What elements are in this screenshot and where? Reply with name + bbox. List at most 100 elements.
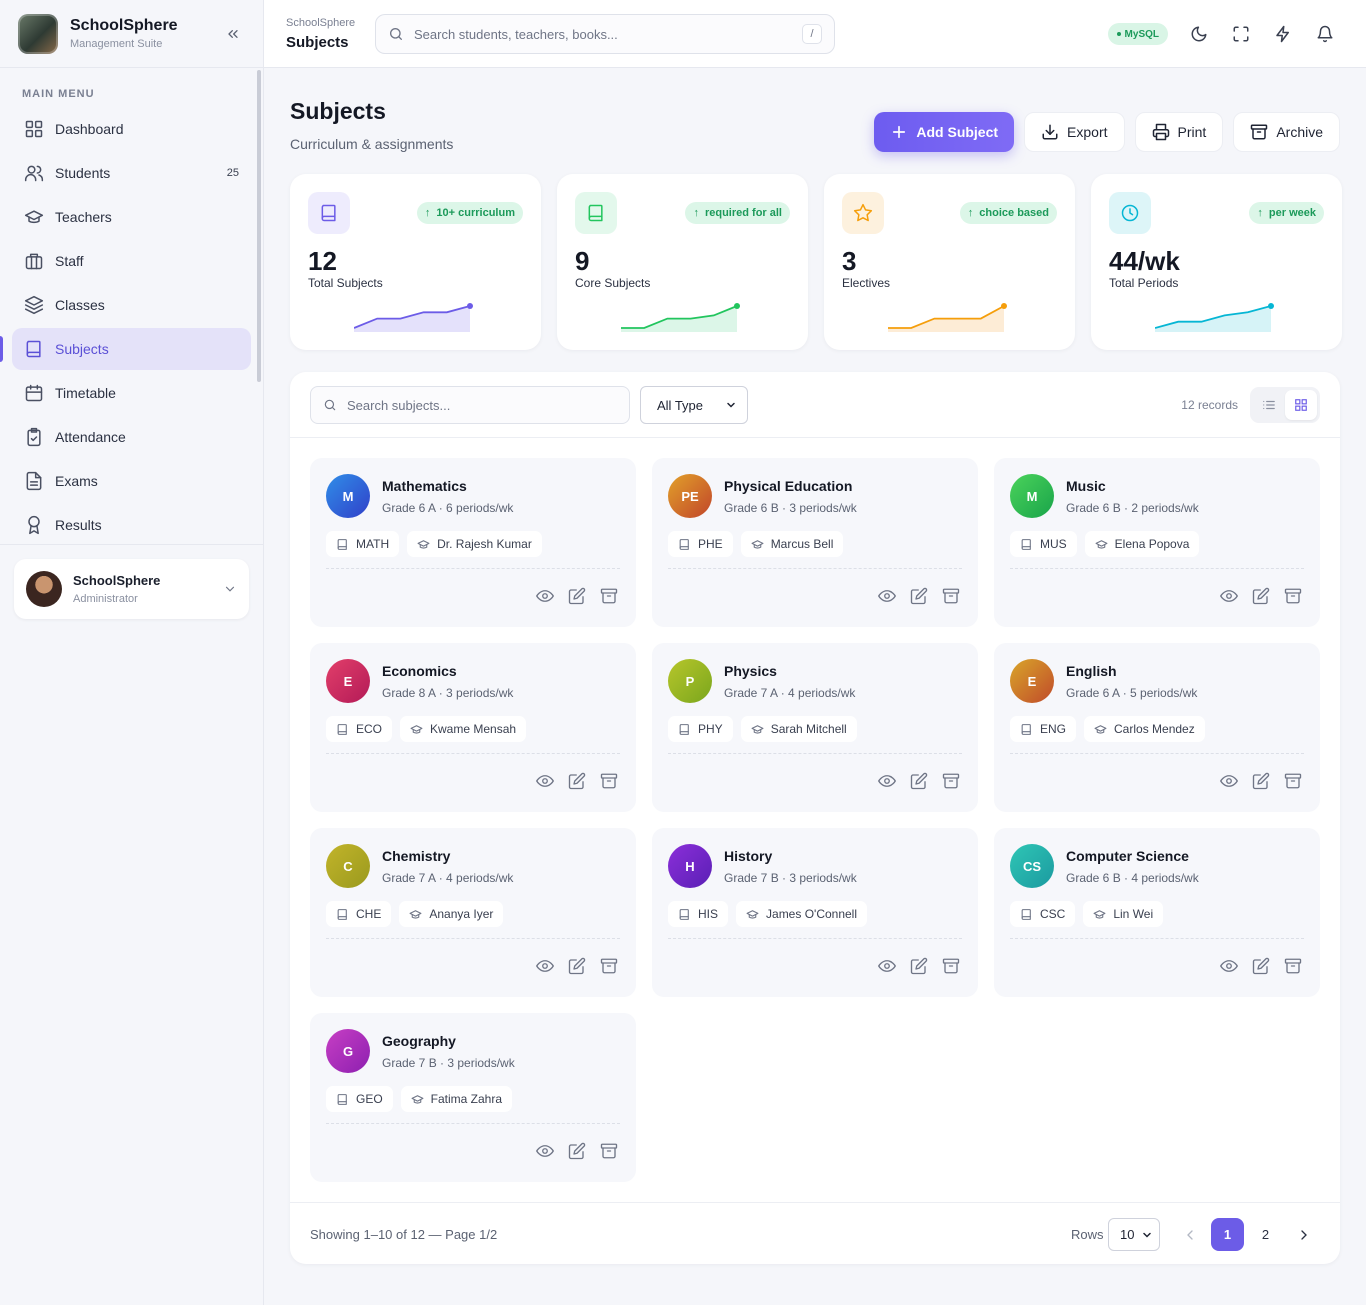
subject-card[interactable]: E Economics Grade 8 A · 3 periods/wk ECO Kwa… — [310, 643, 636, 812]
edit-icon[interactable] — [568, 772, 586, 790]
stat-trend-badge: ↑ 10+ curriculum — [416, 202, 523, 224]
view-eye-icon[interactable] — [1220, 957, 1238, 975]
subject-card[interactable]: H History Grade 7 B · 3 periods/wk HIS James… — [652, 828, 978, 997]
subject-card[interactable]: E English Grade 6 A · 5 periods/wk ENG Carlo… — [994, 643, 1320, 812]
edit-icon[interactable] — [910, 587, 928, 605]
user-menu[interactable]: SchoolSphere Administrator — [14, 559, 249, 619]
view-eye-icon[interactable] — [536, 587, 554, 605]
subject-code: CSC — [1040, 907, 1066, 921]
arrow-up-icon: ↑ — [424, 207, 431, 219]
subject-card[interactable]: M Music Grade 6 B · 2 periods/wk MUS Elena P… — [994, 458, 1320, 627]
fullscreen-button[interactable] — [1230, 23, 1252, 45]
subject-card[interactable]: PE Physical Education Grade 6 B · 3 period… — [652, 458, 978, 627]
print-button[interactable]: Print — [1134, 112, 1224, 152]
subject-meta: Grade 6 B · 2 periods/wk — [1066, 501, 1199, 515]
subject-teacher: Dr. Rajesh Kumar — [437, 537, 532, 551]
quick-actions-button[interactable] — [1272, 23, 1294, 45]
edit-icon[interactable] — [568, 1142, 586, 1160]
subject-card[interactable]: M Mathematics Grade 6 A · 6 periods/wk MATH… — [310, 458, 636, 627]
archive-icon[interactable] — [942, 772, 960, 790]
stat-trend-label: required for all — [704, 207, 782, 219]
add-subject-button[interactable]: Add Subject — [874, 112, 1015, 152]
sidebar-item-students[interactable]: Students 25 — [12, 152, 251, 194]
subject-search-input[interactable] — [347, 397, 617, 413]
sparkline-point — [734, 303, 740, 309]
clock-icon — [1121, 204, 1139, 222]
sidebar-item-icon — [24, 427, 44, 447]
sidebar-item-timetable[interactable]: Timetable — [12, 372, 251, 414]
prev-page-button[interactable] — [1173, 1218, 1206, 1251]
search-icon — [324, 399, 336, 411]
edit-icon[interactable] — [568, 957, 586, 975]
subject-avatar: E — [1010, 659, 1054, 703]
subject-code-chip: ENG — [1010, 716, 1077, 742]
archive-icon[interactable] — [942, 957, 960, 975]
edit-icon[interactable] — [568, 587, 586, 605]
subject-teacher-chip: Dr. Rajesh Kumar — [407, 531, 542, 557]
subject-card[interactable]: CS Computer Science Grade 6 B · 4 periods/… — [994, 828, 1320, 997]
edit-icon[interactable] — [910, 772, 928, 790]
grid-view-button[interactable] — [1285, 390, 1317, 420]
stat-value: 3 — [842, 246, 857, 276]
sidebar-item-icon — [24, 119, 44, 139]
sidebar-item-attendance[interactable]: Attendance — [12, 416, 251, 458]
subject-card[interactable]: C Chemistry Grade 7 A · 4 periods/wk CHE Ana… — [310, 828, 636, 997]
next-page-button[interactable] — [1287, 1218, 1320, 1251]
view-eye-icon[interactable] — [536, 957, 554, 975]
sidebar-scrollbar[interactable] — [257, 70, 261, 382]
sidebar-item-classes[interactable]: Classes — [12, 284, 251, 326]
theme-toggle-button[interactable] — [1188, 23, 1210, 45]
export-button[interactable]: Export — [1024, 112, 1125, 152]
subject-teacher: Elena Popova — [1114, 537, 1190, 551]
global-search[interactable]: / — [375, 14, 835, 54]
type-filter-select[interactable]: All Type — [640, 386, 748, 424]
edit-icon[interactable] — [1252, 957, 1270, 975]
edit-icon[interactable] — [1252, 772, 1270, 790]
archive-icon[interactable] — [1284, 772, 1302, 790]
archive-button[interactable]: Archive — [1233, 112, 1340, 152]
sidebar-item-dashboard[interactable]: Dashboard — [12, 108, 251, 150]
archive-icon[interactable] — [942, 587, 960, 605]
stat-trend-label: per week — [1268, 207, 1316, 219]
view-eye-icon[interactable] — [878, 772, 896, 790]
subject-card[interactable]: G Geography Grade 7 B · 3 periods/wk GEO Fat… — [310, 1013, 636, 1182]
archive-icon[interactable] — [600, 1142, 618, 1160]
sidebar-item-subjects[interactable]: Subjects — [0, 328, 251, 370]
notifications-button[interactable] — [1314, 23, 1336, 45]
view-eye-icon[interactable] — [878, 587, 896, 605]
collapse-sidebar-button[interactable] — [221, 22, 245, 46]
archive-icon[interactable] — [600, 587, 618, 605]
view-eye-icon[interactable] — [1220, 587, 1238, 605]
sidebar-item-exams[interactable]: Exams — [12, 460, 251, 502]
view-eye-icon[interactable] — [1220, 772, 1238, 790]
subject-search[interactable] — [310, 386, 630, 424]
view-eye-icon[interactable] — [536, 1142, 554, 1160]
archive-icon[interactable] — [1284, 587, 1302, 605]
subject-code-chip: MUS — [1010, 531, 1077, 557]
sidebar-item-results[interactable]: Results — [12, 504, 251, 546]
edit-icon[interactable] — [1252, 587, 1270, 605]
page-2-button[interactable]: 2 — [1249, 1218, 1282, 1251]
page-1-button[interactable]: 1 — [1211, 1218, 1244, 1251]
archive-icon[interactable] — [600, 957, 618, 975]
list-view-button[interactable] — [1253, 390, 1285, 420]
chevron-down-icon — [225, 586, 235, 592]
archive-icon[interactable] — [1284, 957, 1302, 975]
sparkline-point — [1268, 303, 1274, 309]
archive-icon — [1251, 124, 1268, 140]
book-icon — [337, 723, 347, 735]
archive-icon[interactable] — [600, 772, 618, 790]
global-search-input[interactable] — [414, 26, 802, 42]
stat-sparkline — [888, 303, 1007, 332]
subject-avatar: G — [326, 1029, 370, 1073]
view-eye-icon[interactable] — [536, 772, 554, 790]
page-title: Subjects — [290, 98, 386, 124]
view-eye-icon[interactable] — [878, 957, 896, 975]
sidebar-item-staff[interactable]: Staff — [12, 240, 251, 282]
sidebar-item-teachers[interactable]: Teachers — [12, 196, 251, 238]
subject-meta: Grade 6 A · 5 periods/wk — [1066, 686, 1198, 700]
breadcrumb-current: Subjects — [286, 33, 349, 51]
subject-card[interactable]: P Physics Grade 7 A · 4 periods/wk PHY Sarah… — [652, 643, 978, 812]
edit-icon[interactable] — [910, 957, 928, 975]
rows-per-page-select[interactable]: 10 — [1108, 1218, 1160, 1251]
